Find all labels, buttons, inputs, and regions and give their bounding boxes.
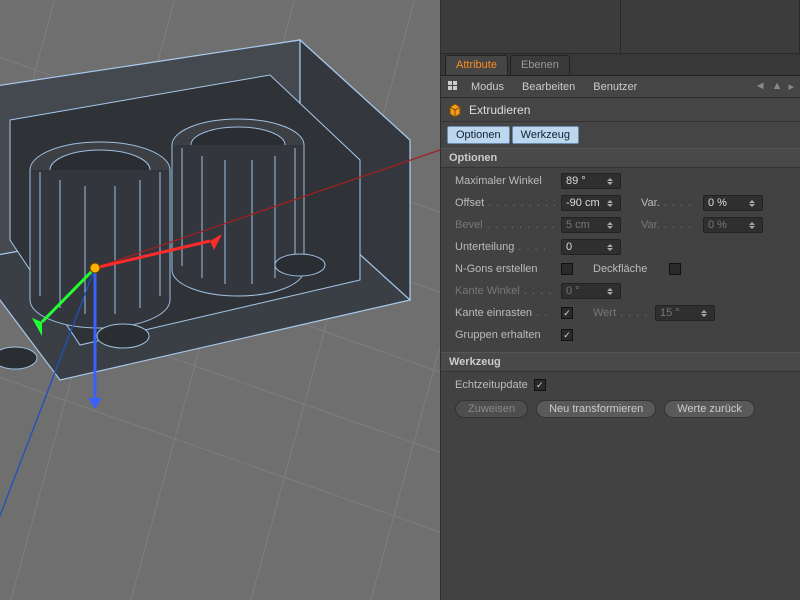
nav-up-icon[interactable]: ▲: [772, 80, 783, 93]
label-bevel-var: Var. . . . .: [641, 219, 697, 231]
input-snap-value[interactable]: [655, 305, 715, 321]
menu-user[interactable]: Benutzer: [585, 79, 645, 95]
label-realtime: Echtzeitupdate: [455, 379, 528, 391]
check-caps[interactable]: [669, 263, 681, 275]
panel-preview-slots: [441, 0, 800, 54]
tool-name: Extrudieren: [469, 103, 530, 117]
subtab-options[interactable]: Optionen: [447, 126, 510, 144]
label-preserve-groups: Gruppen erhalten: [455, 329, 555, 341]
check-edge-snap[interactable]: [561, 307, 573, 319]
nav-fwd-icon[interactable]: ▸: [788, 80, 794, 93]
menu-edit[interactable]: Bearbeiten: [514, 79, 583, 95]
input-edge-angle[interactable]: [561, 283, 621, 299]
check-ngons[interactable]: [561, 263, 573, 275]
attribute-panel: Attribute Ebenen Modus Bearbeiten Benutz…: [440, 0, 800, 600]
input-offset[interactable]: [561, 195, 621, 211]
tool-header: Extrudieren: [441, 98, 800, 122]
input-subdivision[interactable]: [561, 239, 621, 255]
label-ngons: N-Gons erstellen: [455, 263, 555, 275]
label-edge-angle: Kante Winkel . . . .: [455, 285, 555, 297]
label-max-angle: Maximaler Winkel: [455, 175, 555, 187]
label-offset: Offset . . . . . . . . .: [455, 197, 555, 209]
tab-layers[interactable]: Ebenen: [510, 55, 570, 75]
section-options: Optionen: [441, 148, 800, 168]
tool-subtabs: Optionen Werkzeug: [441, 122, 800, 148]
input-max-angle[interactable]: [561, 173, 621, 189]
label-caps: Deckfläche: [593, 263, 663, 275]
label-subdivision: Unterteilung . . . .: [455, 241, 555, 253]
panel-tabs: Attribute Ebenen: [441, 54, 800, 76]
viewport-3d[interactable]: [0, 0, 440, 600]
label-edge-snap: Kante einrasten . .: [455, 307, 555, 319]
label-snap-value: Wert . . . . .: [593, 307, 649, 319]
check-preserve-groups[interactable]: [561, 329, 573, 341]
input-bevel[interactable]: [561, 217, 621, 233]
button-reset-values[interactable]: Werte zurück: [664, 400, 755, 418]
grid-icon[interactable]: [447, 80, 461, 94]
check-realtime[interactable]: [534, 379, 546, 391]
attribute-menubar: Modus Bearbeiten Benutzer ◄ ▲ ▸: [441, 76, 800, 98]
tab-attribute[interactable]: Attribute: [445, 55, 508, 75]
input-offset-var[interactable]: [703, 195, 763, 211]
extrude-icon: [447, 102, 463, 118]
label-bevel: Bevel . . . . . . . . . .: [455, 219, 555, 231]
button-assign[interactable]: Zuweisen: [455, 400, 528, 418]
nav-back-icon[interactable]: ◄: [755, 80, 766, 93]
button-new-transform[interactable]: Neu transformieren: [536, 400, 656, 418]
section-werkzeug: Werkzeug: [441, 352, 800, 372]
input-bevel-var[interactable]: [703, 217, 763, 233]
label-offset-var: Var. . . . .: [641, 197, 697, 209]
menu-mode[interactable]: Modus: [463, 79, 512, 95]
subtab-werkzeug[interactable]: Werkzeug: [512, 126, 579, 144]
